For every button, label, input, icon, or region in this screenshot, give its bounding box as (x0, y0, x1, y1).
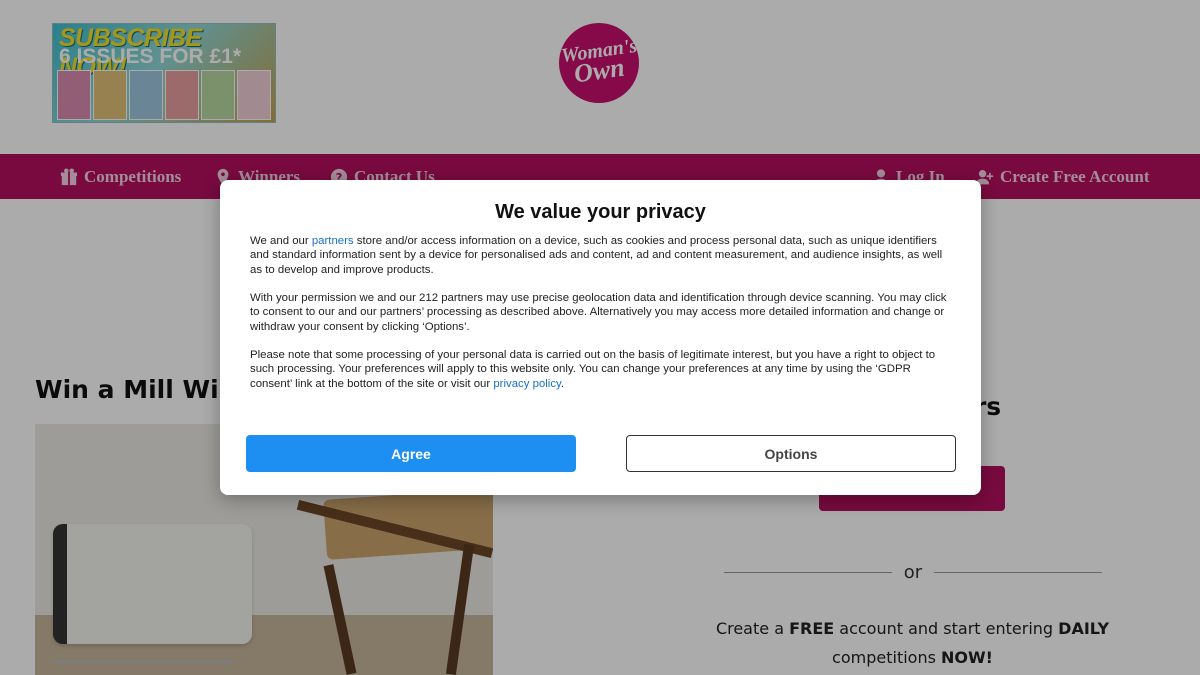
agree-button[interactable]: Agree (246, 435, 576, 472)
consent-paragraph-1: We and our partners store and/or access … (250, 235, 943, 276)
partners-link[interactable]: partners (312, 235, 354, 247)
consent-paragraph-2: With your permission we and our 212 part… (250, 292, 947, 333)
privacy-policy-link[interactable]: privacy policy (493, 378, 561, 390)
consent-dialog: We value your privacy We and our partner… (220, 180, 981, 495)
options-button[interactable]: Options (626, 435, 956, 472)
consent-paragraph-3: Please note that some processing of your… (250, 349, 936, 390)
consent-title: We value your privacy (495, 201, 706, 223)
